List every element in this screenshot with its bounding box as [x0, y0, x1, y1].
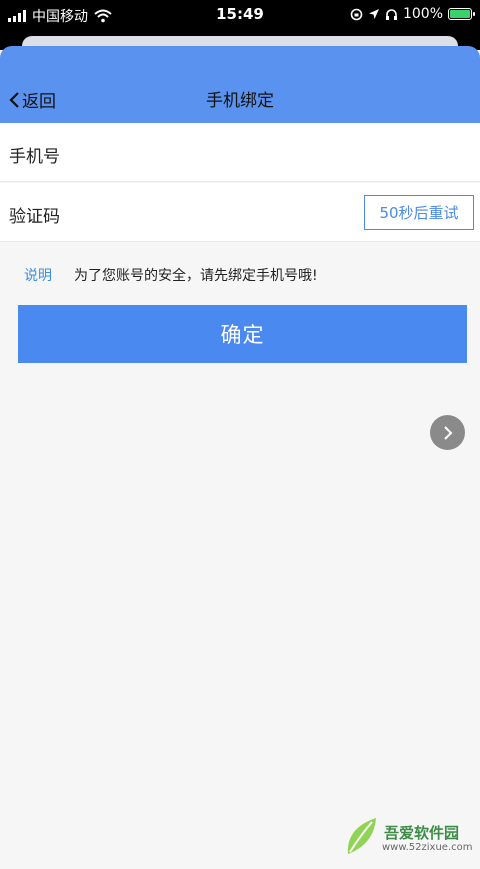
status-bar: 中国移动 15:49 100%	[0, 0, 480, 30]
rotation-lock-icon	[350, 8, 363, 20]
battery-icon	[448, 8, 475, 20]
phone-input[interactable]	[90, 137, 354, 169]
resend-code-button[interactable]: 50秒后重试	[364, 195, 474, 230]
leaf-logo-icon	[347, 818, 376, 854]
note-key: 说明	[24, 268, 52, 284]
note-text: 为了您账号的安全，请先绑定手机号哦!	[74, 268, 318, 284]
phone-row: 手机号	[0, 123, 480, 182]
next-button[interactable]	[430, 415, 465, 450]
page-title: 手机绑定	[206, 91, 274, 111]
chevron-right-icon	[443, 425, 452, 440]
phone-label: 手机号	[9, 147, 60, 167]
code-input[interactable]	[90, 197, 354, 229]
nav-bar: 返回 手机绑定	[0, 46, 480, 123]
location-icon	[368, 9, 379, 19]
headphones-icon	[385, 8, 397, 20]
code-label: 验证码	[9, 207, 60, 227]
watermark: 吾爱软件园 www.52zixue.com	[344, 786, 474, 861]
confirm-button[interactable]: 确定	[18, 305, 467, 363]
status-right: 100%	[350, 6, 475, 22]
watermark-title: 吾爱软件园	[384, 824, 460, 842]
note: 说明 为了您账号的安全，请先绑定手机号哦!	[24, 265, 318, 285]
watermark-url: www.52zixue.com	[382, 842, 473, 853]
code-row: 验证码 50秒后重试	[0, 183, 480, 242]
battery-percent: 100%	[402, 6, 443, 22]
